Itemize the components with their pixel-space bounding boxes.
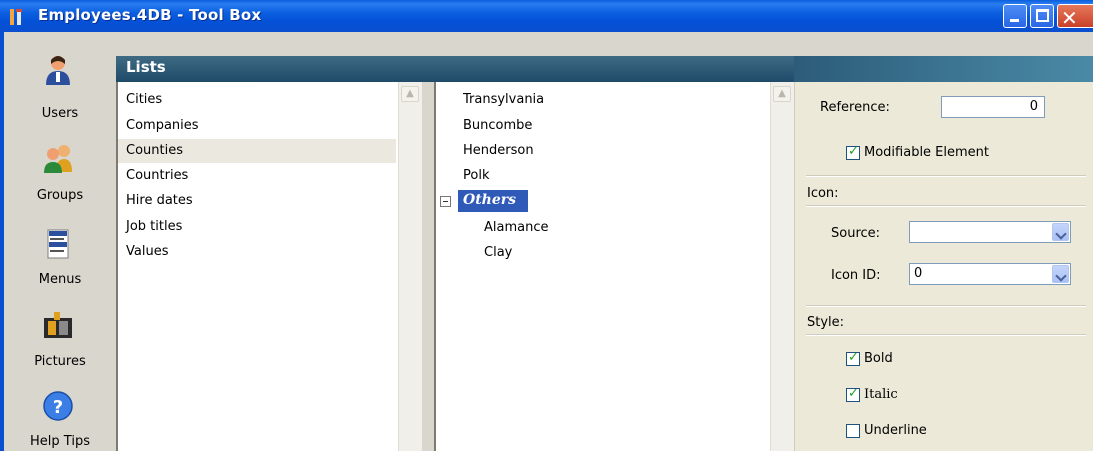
window-title: Employees.4DB - Tool Box	[38, 6, 262, 24]
title-bar[interactable]: Employees.4DB - Tool Box ✕	[0, 0, 1093, 32]
reference-field[interactable]: 0	[941, 96, 1045, 118]
sidebar-item-label: Menus	[38, 272, 82, 287]
sidebar-item-help-tips[interactable]: ? Help Tips	[4, 390, 116, 451]
check-icon: ✓	[848, 144, 859, 159]
sidebar-item-pictures[interactable]: Pictures	[4, 310, 116, 374]
reference-label: Reference:	[820, 100, 890, 115]
lists-scrollbar[interactable]: ▲	[398, 82, 422, 451]
list-item[interactable]: Henderson	[463, 143, 534, 158]
film-pictures-icon	[44, 312, 72, 338]
style-section-label: Style:	[807, 315, 845, 330]
scroll-up-icon[interactable]: ▲	[401, 86, 419, 102]
modifiable-checkbox[interactable]: ✓	[846, 144, 860, 160]
sidebar-item-label: Pictures	[34, 354, 86, 369]
chevron-down-icon[interactable]	[1052, 223, 1069, 241]
maximize-button[interactable]	[1030, 4, 1054, 28]
list-item[interactable]: Cities	[126, 92, 162, 107]
groups-icon	[44, 145, 72, 173]
icon-id-label: Icon ID:	[831, 268, 881, 283]
close-button[interactable]: ✕	[1057, 4, 1093, 30]
sidebar-item-label: Groups	[36, 188, 84, 203]
section-divider	[806, 334, 1086, 336]
list-item[interactable]: Values	[126, 244, 168, 259]
list-item[interactable]: Buncombe	[463, 118, 532, 133]
sidebar-item-groups[interactable]: Groups	[4, 142, 116, 212]
header-gradient	[794, 56, 1093, 82]
list-item[interactable]: Clay	[484, 245, 512, 260]
source-label: Source:	[831, 226, 881, 241]
check-icon: ✓	[848, 386, 859, 401]
close-icon: ✕	[1061, 6, 1078, 30]
italic-checkbox[interactable]: ✓	[846, 386, 860, 402]
group-label[interactable]: Others	[463, 192, 516, 208]
section-divider	[806, 305, 1086, 307]
sidebar-item-label: Users	[41, 106, 79, 121]
sidebar-item-users[interactable]: Users	[4, 54, 116, 126]
bold-label: Bold	[864, 351, 893, 366]
minimize-button[interactable]	[1003, 4, 1027, 28]
list-item[interactable]: Job titles	[126, 219, 182, 234]
svg-text:?: ?	[53, 397, 63, 418]
section-divider	[806, 205, 1086, 207]
list-item[interactable]: Countries	[126, 168, 188, 183]
list-item[interactable]: Companies	[126, 118, 199, 133]
elements-scrollbar[interactable]: ▲	[770, 82, 794, 451]
header-strip	[116, 32, 1093, 56]
icon-id-value: 0	[914, 266, 923, 281]
chevron-down-icon[interactable]	[1052, 265, 1069, 283]
section-title: Lists	[126, 58, 166, 76]
underline-label: Underline	[864, 423, 927, 438]
modifiable-label: Modifiable Element	[864, 145, 990, 160]
list-item[interactable]: Alamance	[484, 220, 549, 235]
menus-icon	[47, 229, 69, 259]
list-item[interactable]: Counties	[126, 143, 183, 158]
italic-label: Italic	[864, 387, 898, 402]
help-icon: ?	[43, 391, 73, 421]
minimize-icon	[1010, 19, 1019, 22]
maximize-icon	[1036, 9, 1049, 22]
toolbox-app-icon	[10, 9, 22, 25]
bold-checkbox[interactable]: ✓	[846, 350, 860, 366]
check-icon: ✓	[848, 350, 859, 365]
sidebar-nav: Users Groups Menus Pictures ? Help Tips	[0, 32, 116, 451]
scroll-up-icon[interactable]: ▲	[773, 86, 791, 102]
icon-section-label: Icon:	[807, 186, 839, 201]
source-select[interactable]	[909, 221, 1071, 243]
icon-id-select[interactable]: 0	[909, 263, 1071, 285]
collapse-icon[interactable]	[440, 196, 451, 207]
list-item[interactable]: Polk	[463, 168, 489, 183]
list-item[interactable]: Transylvania	[463, 92, 544, 107]
elements-panel[interactable]	[434, 82, 794, 451]
section-divider	[806, 175, 1086, 177]
sidebar-item-menus[interactable]: Menus	[4, 228, 116, 292]
list-item[interactable]: Hire dates	[126, 193, 193, 208]
panel-divider	[422, 82, 434, 451]
underline-checkbox[interactable]	[846, 424, 860, 438]
lists-panel[interactable]	[116, 82, 422, 451]
user-icon	[46, 56, 70, 85]
sidebar-item-label: Help Tips	[30, 434, 90, 449]
